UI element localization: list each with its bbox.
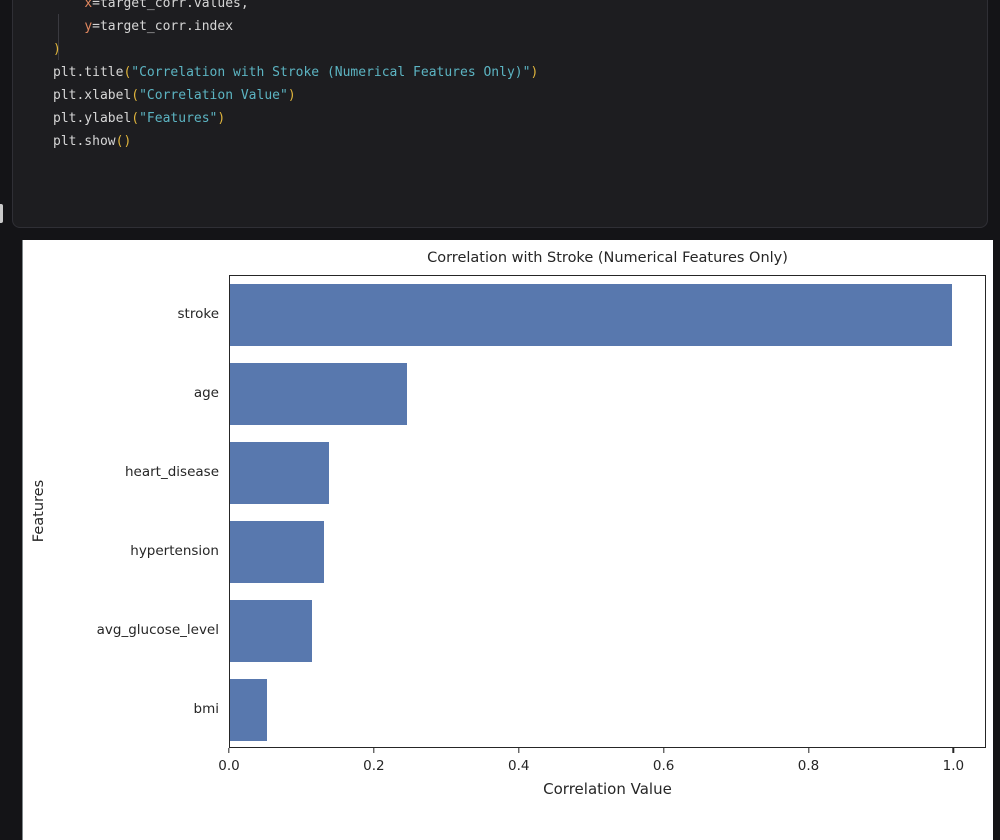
code-token: () bbox=[116, 134, 132, 149]
y-axis-label: Features bbox=[31, 251, 47, 771]
code-line[interactable]: plt.show() bbox=[53, 130, 538, 153]
xtick-label: 0.2 bbox=[363, 758, 384, 774]
code-token: x bbox=[84, 0, 92, 11]
bar-hypertension bbox=[230, 521, 324, 583]
code-line[interactable]: x=target_corr.values, bbox=[53, 0, 538, 15]
code-line[interactable]: plt.title("Correlation with Stroke (Nume… bbox=[53, 61, 538, 84]
cell-focus-indicator bbox=[0, 204, 3, 223]
code-token: ( bbox=[131, 111, 139, 126]
code-token: ) bbox=[53, 42, 61, 57]
xtick-label: 0.6 bbox=[653, 758, 674, 774]
code-token: plt.show bbox=[53, 134, 116, 149]
xtick-label: 1.0 bbox=[943, 758, 964, 774]
cell-output: Correlation with Stroke (Numerical Featu… bbox=[22, 240, 993, 840]
code-token: plt.xlabel bbox=[53, 88, 131, 103]
ytick-label-hypertension: hypertension bbox=[23, 543, 219, 559]
xtick-mark bbox=[373, 748, 374, 753]
code-token: target_corr.values, bbox=[100, 0, 249, 11]
code-token: ( bbox=[131, 88, 139, 103]
bar-heart_disease bbox=[230, 442, 329, 504]
xtick-mark bbox=[518, 748, 519, 753]
xtick-mark bbox=[953, 748, 954, 753]
code-token: ) bbox=[288, 88, 296, 103]
notebook-page: { "palette": { "page_background": "#1414… bbox=[0, 0, 1000, 794]
code-token: target_corr.index bbox=[100, 19, 233, 34]
y-axis-tick-labels: stroke age heart_disease hypertension avg_gl… bbox=[23, 275, 219, 748]
xtick-mark bbox=[228, 748, 229, 753]
ytick-label-bmi: bmi bbox=[23, 701, 219, 717]
bar-avg_glucose_level bbox=[230, 600, 312, 662]
code-line[interactable]: ) bbox=[53, 38, 538, 61]
bar-bmi bbox=[230, 679, 267, 741]
ytick-label-stroke: stroke bbox=[23, 306, 219, 322]
code-token bbox=[53, 0, 84, 11]
xtick-label: 0.0 bbox=[218, 758, 239, 774]
code-token: ) bbox=[530, 65, 538, 80]
code-token: "Features" bbox=[139, 111, 217, 126]
ytick-label-avg_glucose_level: avg_glucose_level bbox=[23, 622, 219, 638]
chart-title: Correlation with Stroke (Numerical Featu… bbox=[229, 250, 986, 266]
bar-age bbox=[230, 363, 407, 425]
ytick-label-heart_disease: heart_disease bbox=[23, 464, 219, 480]
xtick-mark bbox=[663, 748, 664, 753]
xtick-label: 0.8 bbox=[798, 758, 819, 774]
ytick-label-age: age bbox=[23, 385, 219, 401]
code-token: plt.ylabel bbox=[53, 111, 131, 126]
code-editor[interactable]: sns.barplot( x=target_corr.values, y=tar… bbox=[53, 0, 538, 153]
code-token: y bbox=[84, 19, 92, 34]
code-token: "Correlation Value" bbox=[139, 88, 288, 103]
plot-area bbox=[229, 275, 986, 748]
code-line[interactable]: plt.ylabel("Features") bbox=[53, 107, 538, 130]
bar-stroke bbox=[230, 284, 952, 346]
code-token: ) bbox=[217, 111, 225, 126]
code-cell[interactable]: sns.barplot( x=target_corr.values, y=tar… bbox=[12, 0, 988, 228]
code-line[interactable]: plt.xlabel("Correlation Value") bbox=[53, 84, 538, 107]
code-token: = bbox=[92, 0, 100, 11]
code-token: plt.title bbox=[53, 65, 123, 80]
xtick-label: 0.4 bbox=[508, 758, 529, 774]
code-token: = bbox=[92, 19, 100, 34]
code-line[interactable]: y=target_corr.index bbox=[53, 15, 538, 38]
code-token bbox=[53, 19, 84, 34]
x-axis-label: Correlation Value bbox=[229, 780, 986, 798]
code-token: "Correlation with Stroke (Numerical Feat… bbox=[131, 65, 530, 80]
xtick-mark bbox=[808, 748, 809, 753]
